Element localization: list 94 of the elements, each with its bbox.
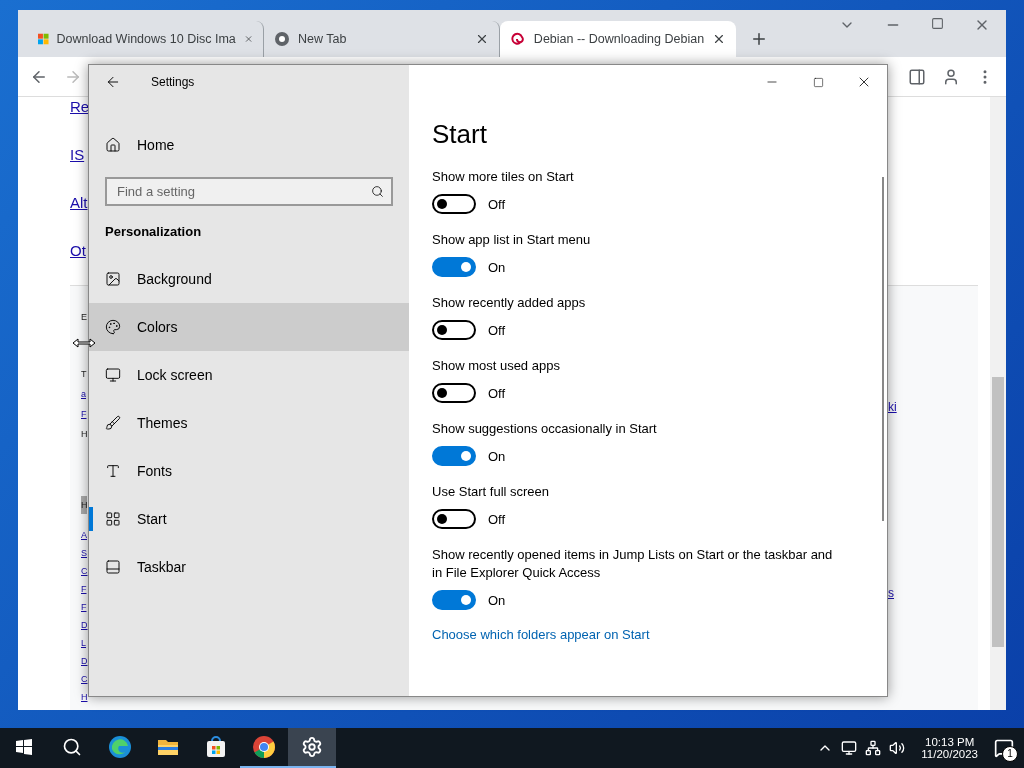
page-link[interactable]: D <box>81 652 87 670</box>
maximize-icon <box>812 76 824 88</box>
page-link[interactable]: C <box>81 670 87 688</box>
page-link[interactable]: F <box>81 404 87 424</box>
search-field[interactable]: Find a setting <box>105 177 393 206</box>
side-panel-icon[interactable] <box>908 67 926 86</box>
new-tab-icon[interactable] <box>750 30 768 48</box>
edge-icon <box>108 735 132 759</box>
toggle-switch[interactable] <box>432 383 476 403</box>
page-link[interactable]: s <box>888 586 978 600</box>
page-text: H <box>81 496 87 514</box>
toggle-state: Off <box>488 385 506 401</box>
option-label: Show recently added apps <box>432 294 587 312</box>
network-icon[interactable] <box>865 740 882 756</box>
nav-item[interactable]: Taskbar <box>89 543 409 591</box>
scrollbar[interactable] <box>990 97 1006 710</box>
page-link[interactable]: IS <box>70 145 88 193</box>
windows-logo-icon <box>16 739 32 755</box>
tab-title: Download Windows 10 Disc Ima <box>56 32 236 46</box>
palette-icon <box>105 319 121 335</box>
option-label: Show recently opened items in Jump Lists on Start or the taskbar and in File Explorer Quick Access <box>432 546 834 582</box>
page-link[interactable]: D <box>81 616 87 634</box>
windows-logo-icon <box>38 31 49 47</box>
option-label: Show suggestions occasionally in Start <box>432 420 658 438</box>
nav-item[interactable]: Themes <box>89 399 409 447</box>
speaker-icon[interactable] <box>889 740 906 756</box>
tab-title: New Tab <box>298 32 348 46</box>
maximize-icon[interactable] <box>931 17 944 30</box>
globe-icon <box>274 31 290 47</box>
taskbar-app[interactable] <box>288 728 336 768</box>
toggle-switch[interactable] <box>432 194 476 214</box>
option-label: Show more tiles on Start <box>432 168 575 186</box>
brush-icon <box>105 415 121 431</box>
toggle-state: On <box>488 592 506 608</box>
page-link[interactable]: F <box>81 580 87 598</box>
toggle-state: Off <box>488 511 506 527</box>
option-label: Show app list in Start menu <box>432 231 592 249</box>
page-text: T <box>81 368 87 381</box>
page-heading: Start <box>432 119 488 150</box>
toggle-switch[interactable] <box>432 590 476 610</box>
nav-item[interactable]: Lock screen <box>89 351 409 399</box>
home-icon <box>105 137 121 153</box>
toggle-state: Off <box>488 196 506 212</box>
toggle-state: On <box>488 448 506 464</box>
window-title: Settings <box>151 75 195 89</box>
back-icon[interactable] <box>105 74 121 90</box>
toggle-state: Off <box>488 322 506 338</box>
section-title: Personalization <box>104 224 203 239</box>
toggle-switch[interactable] <box>432 257 476 277</box>
shopping-bag-icon <box>204 735 228 759</box>
chrome-icon <box>252 735 276 759</box>
taskbar-icon <box>105 559 121 575</box>
search-icon <box>62 737 82 757</box>
monitor-icon <box>105 367 121 383</box>
page-link[interactable]: L <box>81 634 87 652</box>
search-icon <box>371 185 384 198</box>
nav-item[interactable]: Background <box>89 255 409 303</box>
nav-item[interactable]: Fonts <box>89 447 409 495</box>
page-link[interactable]: Re <box>70 97 88 145</box>
font-icon <box>105 463 121 479</box>
option-label: Use Start full screen <box>432 483 551 501</box>
page-link[interactable]: a <box>81 384 87 404</box>
picture-icon <box>105 271 121 287</box>
toggle-switch[interactable] <box>432 446 476 466</box>
page-text: H <box>81 428 87 441</box>
tab-title: Debian -- Downloading Debian <box>533 32 705 46</box>
toggle-switch[interactable] <box>432 509 476 529</box>
nav-item[interactable]: Colors <box>89 303 409 351</box>
page-text: E <box>81 311 87 324</box>
page-link[interactable]: Ot <box>70 241 88 289</box>
option-label: Show most used apps <box>432 357 561 375</box>
swirl-icon <box>510 31 526 47</box>
close-icon <box>712 32 726 46</box>
page-link[interactable]: Alt <box>70 193 88 241</box>
browser-tab[interactable]: Download Windows 10 Disc Ima <box>28 21 264 57</box>
toggle-state: On <box>488 259 506 275</box>
page-link[interactable]: S <box>81 544 87 562</box>
page-link[interactable]: C <box>81 562 87 580</box>
close-icon <box>475 32 489 46</box>
page-link[interactable]: A <box>81 526 87 544</box>
gear-icon <box>301 736 323 758</box>
settings-link[interactable]: Choose which folders appear on Start <box>432 627 863 642</box>
scrollbar[interactable] <box>882 177 884 521</box>
page-link[interactable]: ki <box>888 400 978 414</box>
toggle-switch[interactable] <box>432 320 476 340</box>
page-link[interactable]: H <box>81 688 87 706</box>
nav-item[interactable]: Start <box>89 495 409 543</box>
home-item[interactable]: Home <box>89 121 409 169</box>
profile-icon[interactable] <box>942 67 960 86</box>
browser-tab[interactable]: Debian -- Downloading Debian <box>500 21 736 57</box>
clock[interactable]: 10:13 PM 11/20/2023 <box>921 736 978 760</box>
grid-icon <box>105 511 121 527</box>
monitor-icon[interactable] <box>841 740 858 756</box>
page-link[interactable]: F <box>81 598 87 616</box>
